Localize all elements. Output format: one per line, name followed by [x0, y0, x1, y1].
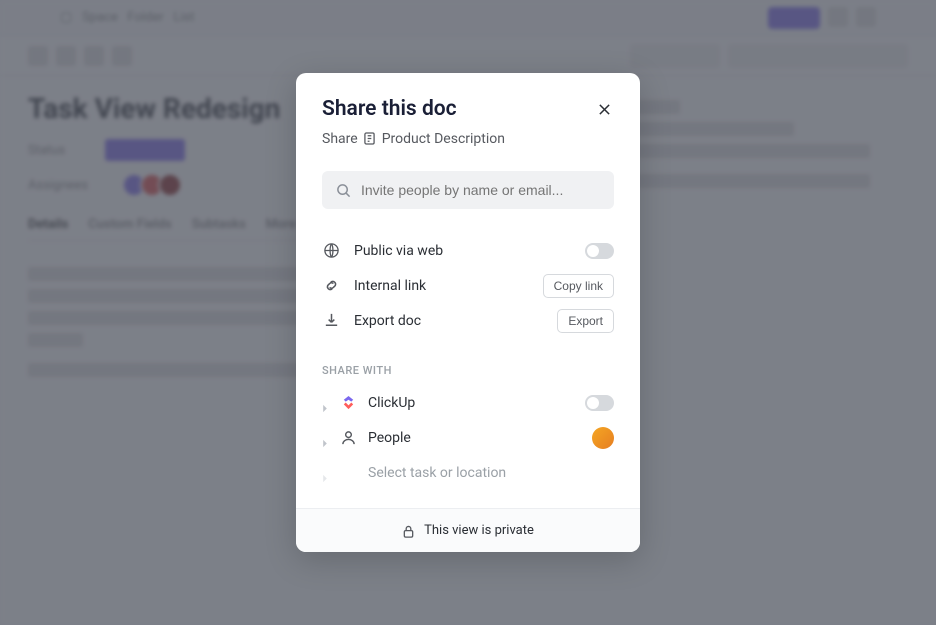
person-icon — [340, 429, 357, 446]
share-with-label: SHARE WITH — [296, 352, 640, 381]
doc-icon — [364, 132, 376, 146]
public-web-row: Public via web — [322, 233, 614, 268]
lock-icon — [402, 524, 416, 538]
link-icon — [322, 277, 340, 295]
public-toggle[interactable] — [585, 243, 614, 259]
close-button[interactable] — [594, 99, 614, 119]
close-icon — [598, 103, 611, 116]
modal-footer: This view is private — [296, 508, 640, 552]
modal-overlay[interactable]: Share this doc Share Product Description — [0, 0, 936, 625]
search-box[interactable] — [322, 171, 614, 209]
modal-title: Share this doc — [322, 97, 457, 121]
export-row: Export doc Export — [322, 303, 614, 338]
clickup-toggle[interactable] — [585, 395, 614, 411]
user-avatar[interactable] — [592, 427, 614, 449]
share-clickup-row[interactable]: ClickUp — [322, 385, 614, 420]
caret-icon — [322, 468, 329, 478]
copy-link-button[interactable]: Copy link — [543, 274, 614, 298]
clickup-icon — [340, 394, 357, 411]
caret-icon — [322, 433, 329, 443]
caret-icon — [322, 398, 329, 408]
modal-subtitle: Share Product Description — [322, 131, 614, 147]
share-modal: Share this doc Share Product Description — [296, 73, 640, 552]
export-button[interactable]: Export — [557, 309, 614, 333]
share-select-row[interactable]: Select task or location — [322, 455, 614, 490]
share-people-row[interactable]: People — [322, 420, 614, 455]
globe-icon — [322, 242, 340, 260]
search-icon — [336, 183, 351, 198]
download-icon — [322, 312, 340, 330]
internal-link-row: Internal link Copy link — [322, 268, 614, 303]
invite-input[interactable] — [361, 182, 600, 198]
